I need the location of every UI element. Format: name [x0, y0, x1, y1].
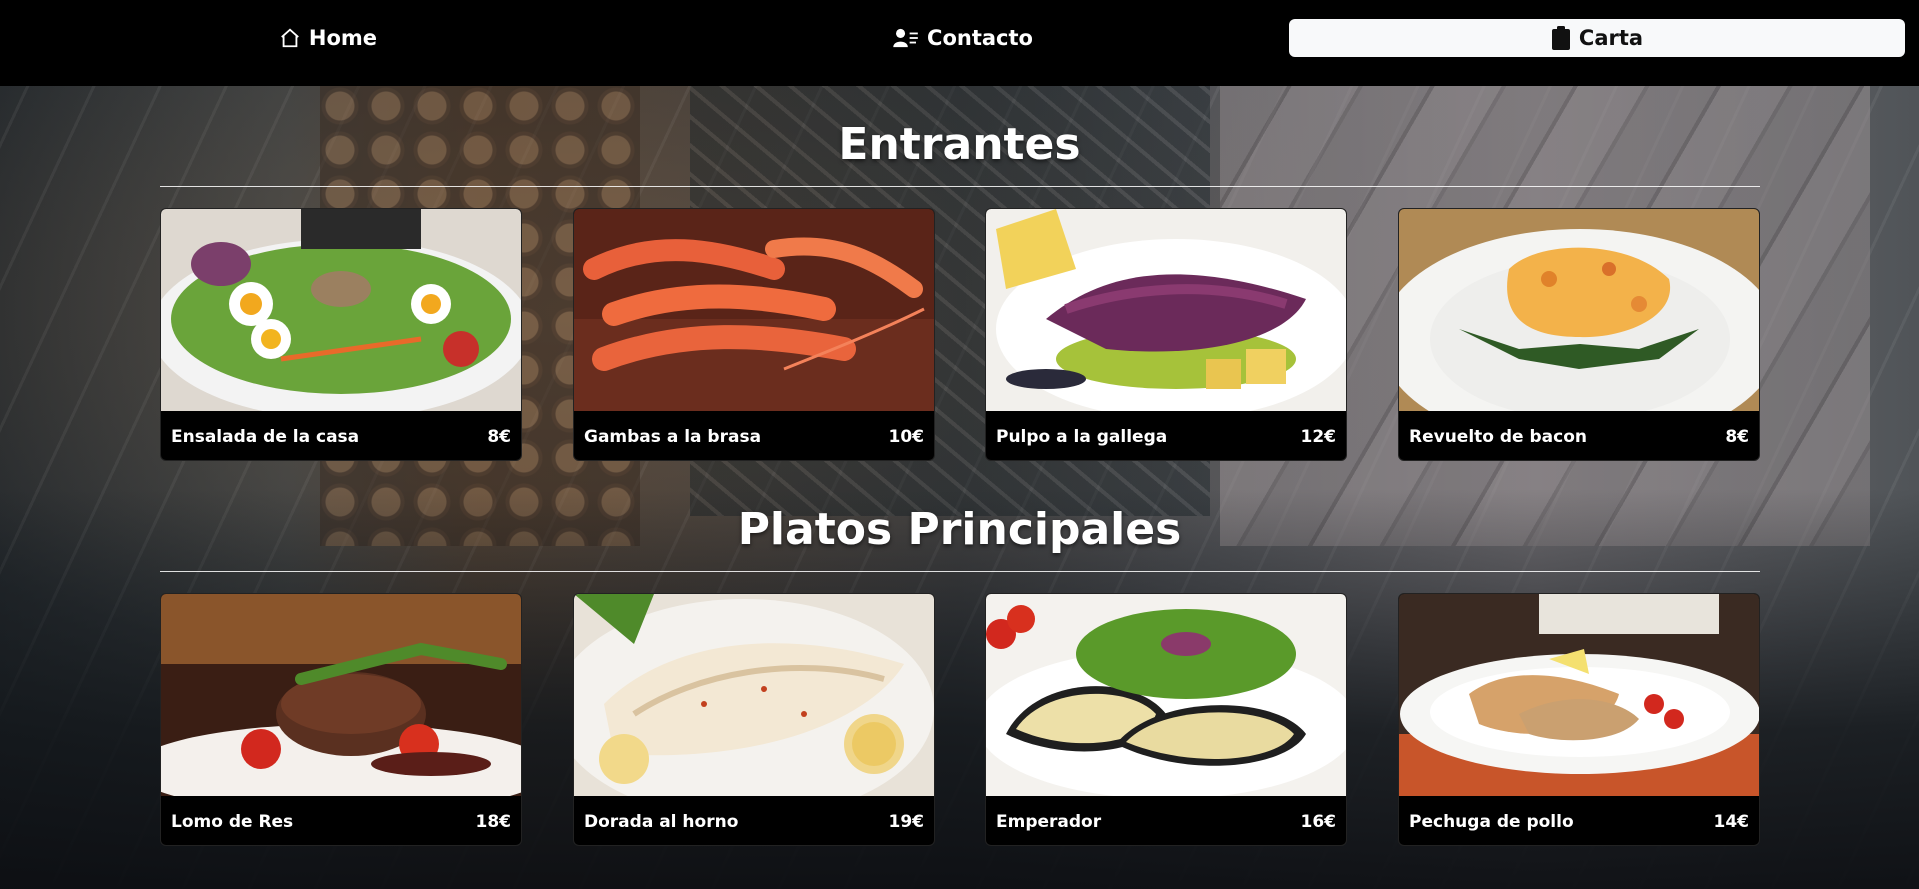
dish-name: Revuelto de bacon [1409, 427, 1588, 447]
nav-carta-label: Carta [1578, 26, 1644, 50]
nav-home-link[interactable]: Home [278, 19, 378, 57]
section-divider [160, 186, 1760, 187]
section-title-entrantes: Entrantes [838, 119, 1081, 170]
home-icon [279, 27, 301, 49]
section-title-platos-principales: Platos Principales [737, 504, 1182, 555]
dish-price: 16€ [1300, 812, 1337, 832]
dish-price: 10€ [888, 427, 925, 447]
menu-card[interactable]: Dorada al horno 19€ [573, 593, 935, 846]
dish-photo-dorada [574, 594, 934, 796]
dish-photo-pechuga [1399, 594, 1759, 796]
dish-price: 14€ [1713, 812, 1750, 832]
menu-card[interactable]: Lomo de Res 18€ [160, 593, 522, 846]
nav-contacto-link[interactable]: Contacto [893, 19, 1033, 57]
dish-price: 19€ [888, 812, 925, 832]
dish-name: Pulpo a la gallega [996, 427, 1168, 447]
dish-photo-emperador [986, 594, 1346, 796]
dish-price: 8€ [487, 427, 511, 447]
dish-price: 8€ [1725, 427, 1749, 447]
menu-card[interactable]: Pulpo a la gallega 12€ [985, 208, 1347, 461]
dish-name: Emperador [996, 812, 1102, 832]
dish-photo-revuelto [1399, 209, 1759, 411]
nav-contacto-label: Contacto [927, 26, 1033, 50]
dish-price: 12€ [1300, 427, 1337, 447]
user-list-icon [893, 28, 919, 48]
dish-name: Ensalada de la casa [171, 427, 360, 447]
dish-photo-gambas [574, 209, 934, 411]
section-divider [160, 571, 1760, 572]
menu-card[interactable]: Ensalada de la casa 8€ [160, 208, 522, 461]
dish-photo-pulpo [986, 209, 1346, 411]
dish-name: Lomo de Res [171, 812, 294, 832]
dish-photo-ensalada [161, 209, 521, 411]
menu-card[interactable]: Gambas a la brasa 10€ [573, 208, 935, 461]
dish-name: Pechuga de pollo [1409, 812, 1574, 832]
menu-card[interactable]: Revuelto de bacon 8€ [1398, 208, 1760, 461]
top-navbar: Home Contacto Carta [0, 0, 1919, 86]
clipboard-icon [1551, 26, 1571, 50]
nav-home-label: Home [308, 26, 378, 50]
dish-price: 18€ [475, 812, 512, 832]
dish-photo-lomo [161, 594, 521, 796]
menu-card[interactable]: Emperador 16€ [985, 593, 1347, 846]
menu-card[interactable]: Pechuga de pollo 14€ [1398, 593, 1760, 846]
dish-name: Dorada al horno [584, 812, 739, 832]
dish-name: Gambas a la brasa [584, 427, 762, 447]
nav-carta-tab-active[interactable]: Carta [1289, 19, 1905, 57]
